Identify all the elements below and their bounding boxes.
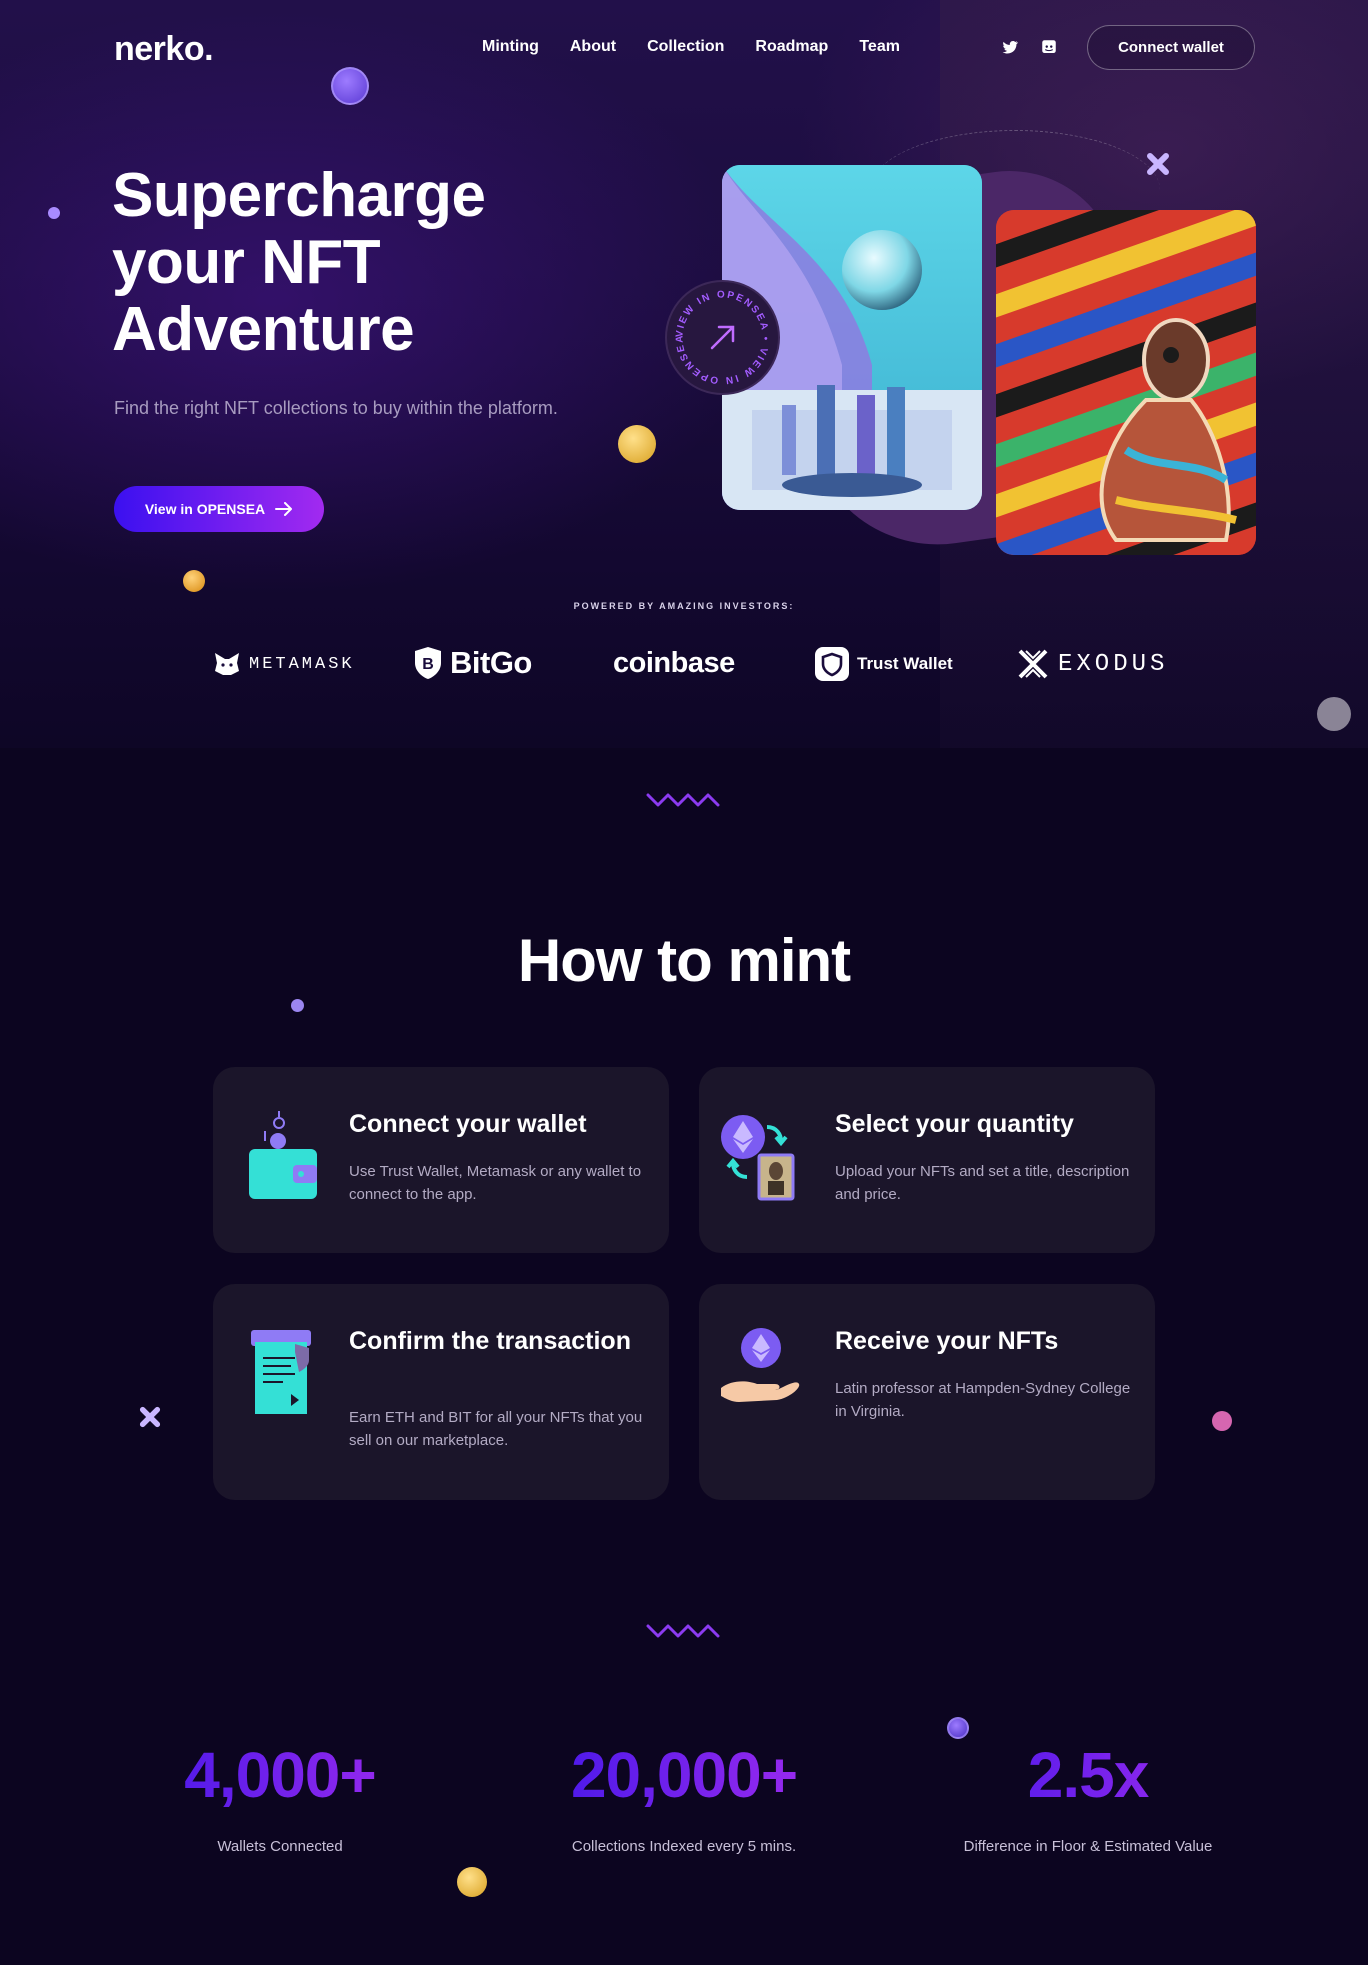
nav-item-minting[interactable]: Minting	[482, 38, 539, 56]
step-title: Confirm the transaction	[349, 1327, 631, 1355]
page: nerko. Minting About Collection Roadmap …	[0, 0, 1368, 1965]
badge-text: VIEW IN OPENSEA • VIEW IN OPENSEA •	[664, 274, 768, 386]
nft-artwork-card-2[interactable]	[996, 210, 1256, 555]
logo-coinbase-text: coinbase	[613, 647, 735, 679]
step-card-confirm-transaction: Confirm the transaction Earn ETH and BIT…	[213, 1284, 669, 1500]
stat-collections-label: Collections Indexed every 5 mins.	[571, 1838, 797, 1855]
step-title: Connect your wallet	[349, 1110, 587, 1138]
squiggle-divider	[646, 1624, 720, 1638]
logo-bitgo[interactable]: B BitGo	[414, 645, 532, 681]
stat-wallets-label: Wallets Connected	[217, 1838, 343, 1855]
step-card-receive-nfts: Receive your NFTs Latin professor at Ham…	[699, 1284, 1155, 1500]
main-nav: Minting About Collection Roadmap Team	[482, 38, 900, 56]
arrow-up-right-icon	[710, 325, 735, 350]
logo-trust-wallet[interactable]: Trust Wallet	[815, 647, 953, 681]
x-shape-icon	[1147, 153, 1169, 175]
view-opensea-button[interactable]: View in OPENSEA	[114, 486, 324, 532]
ethereum-coin-icon	[331, 67, 369, 105]
bitgo-shield-icon: B	[415, 647, 441, 679]
brand-logo[interactable]: nerko.	[114, 30, 214, 69]
step-card-connect-wallet: Connect your wallet Use Trust Wallet, Me…	[213, 1067, 669, 1253]
step-title: Receive your NFTs	[835, 1327, 1059, 1355]
trust-wallet-shield-icon	[815, 647, 849, 681]
svg-text:VIEW IN OPENSEA • VIEW IN OPEN: VIEW IN OPENSEA • VIEW IN OPENSEA •	[667, 282, 771, 386]
logo-exodus-text: EXODUS	[1058, 650, 1169, 678]
step-title: Select your quantity	[835, 1110, 1074, 1138]
step-description: Latin professor at Hampden-Sydney Colleg…	[835, 1380, 1131, 1420]
x-shape-icon	[139, 1406, 161, 1428]
nav-item-roadmap[interactable]: Roadmap	[755, 38, 828, 56]
stat-collections-value: 20,000+	[484, 1738, 884, 1812]
logo-bitgo-text: BitGo	[450, 645, 532, 680]
decorative-coin	[1317, 697, 1351, 731]
decorative-dot	[291, 999, 304, 1012]
ethereum-coin-icon	[947, 1717, 969, 1739]
investors-label: POWERED BY AMAZING INVESTORS:	[573, 601, 795, 611]
rotating-badge-text: VIEW IN OPENSEA • VIEW IN OPENSEA •	[664, 274, 771, 386]
nav-item-team[interactable]: Team	[859, 38, 900, 56]
wallet-icon	[249, 1111, 317, 1199]
document-shield-icon	[251, 1330, 311, 1414]
discord-icon[interactable]	[1040, 38, 1058, 56]
twitter-icon[interactable]	[1001, 38, 1019, 56]
svg-text:B: B	[422, 656, 434, 673]
stat-difference-value: 2.5x	[888, 1738, 1288, 1812]
nav-item-about[interactable]: About	[570, 38, 616, 56]
gold-coin-icon-small	[183, 570, 205, 592]
logo-metamask[interactable]: METAMASK	[213, 651, 355, 677]
logo-coinbase[interactable]: coinbase	[613, 647, 735, 680]
gold-coin-icon	[457, 1867, 487, 1897]
metamask-fox-icon	[215, 653, 239, 675]
step-description: Upload your NFTs and set a title, descri…	[835, 1163, 1130, 1203]
how-to-mint-title: How to mint	[517, 927, 851, 994]
arrow-right-icon	[275, 502, 293, 516]
view-in-opensea-badge[interactable]: VIEW IN OPENSEA • VIEW IN OPENSEA •	[664, 274, 780, 395]
logo-metamask-text: METAMASK	[249, 654, 355, 674]
hero-title: Supercharge your NFT Adventure	[112, 161, 486, 364]
stat-wallets-value: 4,000+	[80, 1738, 480, 1812]
connect-wallet-button[interactable]: Connect wallet	[1087, 25, 1255, 70]
exodus-x-icon	[1018, 649, 1048, 679]
hero-subtitle: Find the right NFT collections to buy wi…	[114, 398, 558, 418]
stat-difference-label: Difference in Floor & Estimated Value	[963, 1838, 1213, 1855]
gold-coin-icon	[618, 425, 656, 463]
logo-trust-wallet-text: Trust Wallet	[857, 654, 953, 673]
logo-exodus[interactable]: EXODUS	[1016, 647, 1168, 681]
step-card-select-quantity: Select your quantity Upload your NFTs an…	[699, 1067, 1155, 1253]
step-description: Use Trust Wallet, Metamask or any wallet…	[349, 1163, 642, 1203]
cta-label: View in OPENSEA	[144, 501, 266, 517]
decorative-dot	[1212, 1411, 1232, 1431]
decorative-dot	[48, 207, 60, 219]
hand-ethereum-icon	[721, 1328, 800, 1402]
step-description: Earn ETH and BIT for all your NFTs that …	[349, 1409, 643, 1449]
exchange-nft-icon	[721, 1115, 795, 1201]
squiggle-divider	[646, 793, 720, 807]
investor-logos: METAMASK B BitGo coinbase Trust Wallet E…	[0, 645, 1368, 685]
nav-item-collection[interactable]: Collection	[647, 38, 724, 56]
nft-artwork-image-2	[996, 210, 1256, 555]
